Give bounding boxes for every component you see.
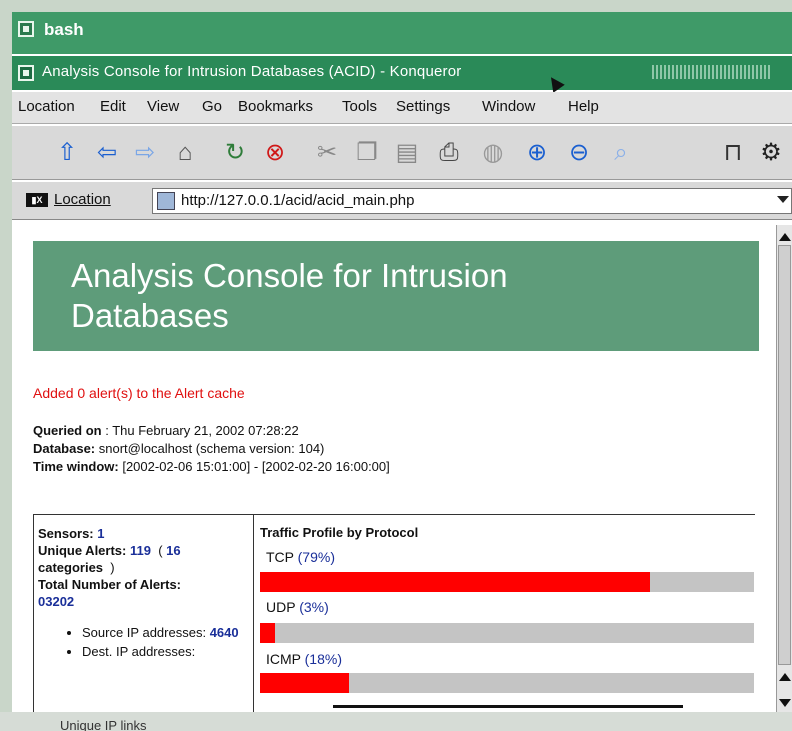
- protocol-percent-link[interactable]: (3%): [299, 599, 329, 615]
- unique-ip-links-label: Unique IP links: [60, 718, 147, 731]
- window-menu-icon[interactable]: [18, 21, 34, 37]
- home-icon[interactable]: ⌂: [170, 138, 200, 168]
- queried-on-line: Queried on : Thu February 21, 2002 07:28…: [33, 423, 299, 438]
- divider: [333, 705, 683, 708]
- protocol-percent-link[interactable]: (18%): [305, 651, 342, 667]
- back-arrow-icon[interactable]: ⇦: [92, 138, 122, 168]
- protocol-bar: [260, 572, 754, 592]
- vertical-scrollbar[interactable]: [776, 225, 792, 712]
- menu-bookmarks[interactable]: Bookmarks: [238, 98, 313, 115]
- menu-view[interactable]: View: [147, 98, 179, 115]
- queried-on-value: : Thu February 21, 2002 07:28:22: [101, 423, 299, 438]
- protocol-name: ICMP: [266, 651, 301, 667]
- scroll-up-icon[interactable]: [779, 233, 791, 241]
- alert-cache-message: Added 0 alert(s) to the Alert cache: [33, 385, 245, 401]
- database-label: Database:: [33, 441, 96, 456]
- window-frame-left: [0, 0, 12, 731]
- forward-arrow-icon[interactable]: ⇨: [130, 138, 160, 168]
- konqueror-title-bar[interactable]: Analysis Console for Intrusion Databases…: [12, 56, 792, 90]
- paste-icon[interactable]: ▤: [392, 138, 422, 168]
- protocol-bar-fill: [260, 623, 275, 643]
- database-line: Database: snort@localhost (schema versio…: [33, 441, 324, 456]
- dest-ip-label: Dest. IP addresses:: [82, 644, 196, 659]
- traffic-profile: Traffic Profile by Protocol TCP (79%) UD…: [260, 515, 756, 713]
- scroll-thumb[interactable]: [778, 245, 791, 665]
- menu-tools[interactable]: Tools: [342, 98, 377, 115]
- scroll-up-icon[interactable]: [779, 673, 791, 681]
- protocol-bar: [260, 673, 754, 693]
- sensors-link[interactable]: 1: [97, 526, 104, 541]
- reload-icon[interactable]: ↻: [220, 138, 250, 168]
- bash-title: bash: [44, 20, 84, 39]
- protocol-bar-fill: [260, 572, 651, 592]
- source-ip-link[interactable]: 4640: [210, 625, 239, 640]
- protocol-label[interactable]: UDP (3%): [266, 599, 329, 615]
- total-alerts-link[interactable]: 03202: [38, 594, 74, 609]
- zoom-in-icon[interactable]: ⊕: [522, 138, 552, 168]
- page-banner: Analysis Console for Intrusion Databases: [33, 241, 759, 351]
- protocol-bar-fill: [260, 673, 349, 693]
- url-input[interactable]: http://127.0.0.1/acid/acid_main.php: [152, 188, 792, 214]
- traffic-profile-heading: Traffic Profile by Protocol: [260, 525, 419, 540]
- location-label: Location: [54, 191, 111, 208]
- summary-column: Sensors: 1 Unique Alerts: 119 ( 16 categ…: [34, 515, 254, 713]
- banner-title-line2: Databases: [71, 297, 229, 334]
- copy-icon[interactable]: ❐: [352, 138, 382, 168]
- protocol-label[interactable]: ICMP (18%): [266, 651, 342, 667]
- print-icon[interactable]: ⎙: [434, 138, 464, 168]
- list-item: Dest. IP addresses:: [82, 643, 249, 660]
- clear-location-icon[interactable]: ▮X: [26, 193, 48, 207]
- url-text[interactable]: http://127.0.0.1/acid/acid_main.php: [181, 192, 415, 209]
- find-icon[interactable]: ⌕: [606, 138, 636, 168]
- unique-alerts-label: Unique Alerts:: [38, 543, 127, 558]
- lock-icon[interactable]: ⊓: [718, 138, 748, 168]
- protocol-label[interactable]: TCP (79%): [266, 549, 335, 565]
- time-window-label: Time window:: [33, 459, 119, 474]
- banner-title-line1: Analysis Console for Intrusion: [71, 257, 508, 294]
- time-window-value: [2002-02-06 15:01:00] - [2002-02-20 16:0…: [118, 459, 390, 474]
- window-frame: [0, 0, 792, 12]
- unique-alerts-link[interactable]: 119: [130, 543, 151, 558]
- time-window-line: Time window: [2002-02-06 15:01:00] - [20…: [33, 459, 390, 474]
- menu-bar: Location Edit View Go Bookmarks Tools Se…: [12, 92, 792, 124]
- title-bar-pattern: [652, 65, 772, 79]
- database-value: snort@localhost (schema version: 104): [95, 441, 325, 456]
- menu-settings[interactable]: Settings: [396, 98, 450, 115]
- menu-location[interactable]: Location: [18, 98, 75, 115]
- categories-link[interactable]: 16: [166, 543, 180, 558]
- window-menu-icon[interactable]: [18, 65, 34, 81]
- chevron-down-icon[interactable]: [777, 196, 789, 203]
- protocol-bar: [260, 623, 754, 643]
- zoom-out-icon[interactable]: ⊖: [564, 138, 594, 168]
- list-item: Source IP addresses: 4640: [82, 624, 249, 641]
- queried-on-label: Queried on: [33, 423, 102, 438]
- cut-icon[interactable]: ✂: [312, 138, 342, 168]
- page-icon: [157, 192, 175, 210]
- window-title: Analysis Console for Intrusion Databases…: [42, 63, 462, 80]
- page-content: Analysis Console for Intrusion Databases…: [22, 225, 774, 713]
- sensors-label: Sensors:: [38, 526, 94, 541]
- bash-title-bar[interactable]: bash: [12, 12, 792, 54]
- protocol-name: TCP: [266, 549, 294, 565]
- security-icon[interactable]: ◍: [478, 138, 508, 168]
- categories-label: categories: [38, 560, 104, 575]
- toolbar: ⇧ ⇦ ⇨ ⌂ ↻ ⊗ ✂ ❐ ▤ ⎙ ◍ ⊕ ⊖ ⌕ ⊓ ⚙: [12, 126, 792, 180]
- scroll-down-icon[interactable]: [779, 699, 791, 707]
- total-alerts-label: Total Number of Alerts:: [38, 577, 182, 592]
- settings-gear-icon[interactable]: ⚙: [756, 138, 786, 168]
- stats-table: Sensors: 1 Unique Alerts: 119 ( 16 categ…: [33, 514, 755, 713]
- up-arrow-icon[interactable]: ⇧: [52, 138, 82, 168]
- protocol-name: UDP: [266, 599, 296, 615]
- source-ip-label: Source IP addresses:: [82, 625, 207, 640]
- menu-go[interactable]: Go: [202, 98, 222, 115]
- protocol-percent-link[interactable]: (79%): [298, 549, 335, 565]
- menu-edit[interactable]: Edit: [100, 98, 126, 115]
- stop-icon[interactable]: ⊗: [260, 138, 290, 168]
- menu-window[interactable]: Window: [482, 98, 535, 115]
- menu-help[interactable]: Help: [568, 98, 599, 115]
- location-bar: ▮X Location http://127.0.0.1/acid/acid_m…: [12, 182, 792, 220]
